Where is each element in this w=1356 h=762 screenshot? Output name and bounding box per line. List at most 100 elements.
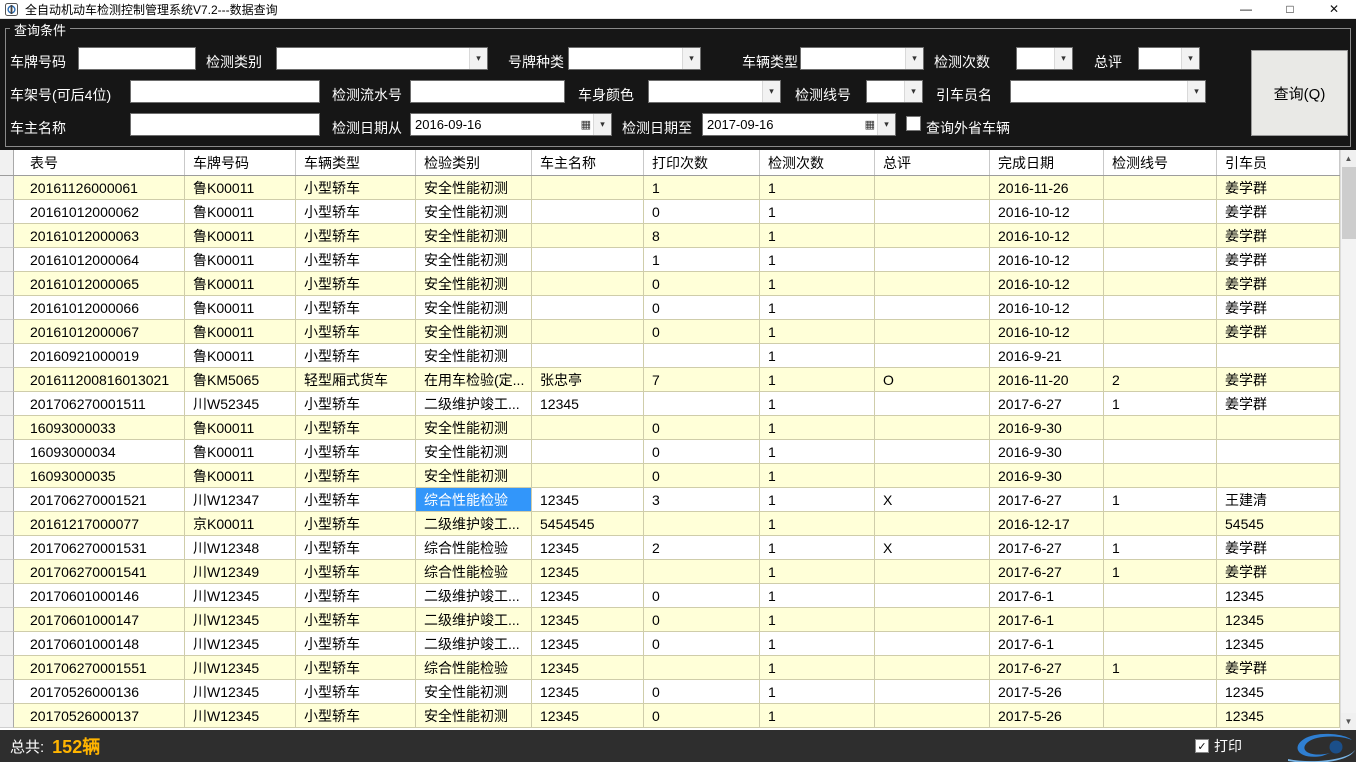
table-cell[interactable]: 12345 (532, 608, 644, 632)
table-cell[interactable] (644, 392, 760, 416)
vin-input[interactable] (130, 80, 320, 103)
table-cell[interactable]: 安全性能初测 (416, 320, 532, 344)
table-row[interactable]: 20161012000065鲁K00011小型轿车安全性能初测012016-10… (0, 272, 1356, 296)
table-cell[interactable]: 姜学群 (1217, 320, 1340, 344)
table-cell[interactable]: 鲁K00011 (185, 296, 296, 320)
table-cell[interactable] (1104, 296, 1217, 320)
table-cell[interactable]: 姜学群 (1217, 392, 1340, 416)
scroll-up-icon[interactable]: ▲ (1341, 150, 1356, 167)
table-cell[interactable]: 12345 (532, 632, 644, 656)
table-cell[interactable]: 0 (644, 680, 760, 704)
serial-input[interactable] (410, 80, 565, 103)
table-cell[interactable]: 1 (760, 560, 875, 584)
table-cell[interactable] (644, 560, 760, 584)
table-cell[interactable]: 姜学群 (1217, 200, 1340, 224)
table-cell[interactable] (875, 272, 990, 296)
table-cell[interactable]: 1 (1104, 536, 1217, 560)
table-cell[interactable] (1104, 464, 1217, 488)
table-cell[interactable]: X (875, 488, 990, 512)
scrollbar-thumb[interactable] (1342, 167, 1356, 239)
table-cell[interactable]: 12345 (1217, 608, 1340, 632)
table-cell[interactable]: 1 (760, 392, 875, 416)
table-row[interactable]: 20161012000063鲁K00011小型轿车安全性能初测812016-10… (0, 224, 1356, 248)
scroll-down-icon[interactable]: ▼ (1341, 713, 1356, 730)
table-cell[interactable]: 20161126000061 (14, 176, 185, 200)
table-cell[interactable]: 2017-5-26 (990, 680, 1104, 704)
table-cell[interactable]: X (875, 536, 990, 560)
table-row[interactable]: 20161012000066鲁K00011小型轿车安全性能初测012016-10… (0, 296, 1356, 320)
table-cell[interactable]: 2016-10-12 (990, 320, 1104, 344)
plate-kind-dropdown[interactable]: ▾ (568, 47, 701, 70)
overall-dropdown[interactable]: ▾ (1138, 47, 1200, 70)
table-cell[interactable] (1104, 176, 1217, 200)
table-cell[interactable] (1104, 200, 1217, 224)
table-cell[interactable]: 小型轿车 (296, 176, 416, 200)
table-row[interactable]: 16093000034鲁K00011小型轿车安全性能初测012016-9-30 (0, 440, 1356, 464)
table-cell[interactable]: 安全性能初测 (416, 680, 532, 704)
table-cell[interactable]: 1 (644, 248, 760, 272)
table-cell[interactable]: 1 (760, 224, 875, 248)
table-cell[interactable]: 小型轿车 (296, 512, 416, 536)
column-header-3[interactable]: 检验类别 (416, 150, 532, 175)
table-cell[interactable]: 1 (1104, 488, 1217, 512)
table-cell[interactable] (875, 224, 990, 248)
column-header-2[interactable]: 车辆类型 (296, 150, 416, 175)
table-cell[interactable]: 2017-6-27 (990, 392, 1104, 416)
table-cell[interactable]: 2017-5-26 (990, 704, 1104, 728)
table-cell[interactable]: 鲁K00011 (185, 176, 296, 200)
table-cell[interactable]: 20161217000077 (14, 512, 185, 536)
table-cell[interactable]: 二级维护竣工... (416, 608, 532, 632)
table-cell[interactable] (532, 224, 644, 248)
table-cell[interactable]: 安全性能初测 (416, 440, 532, 464)
table-cell[interactable]: 2016-9-30 (990, 416, 1104, 440)
table-cell[interactable]: 姜学群 (1217, 248, 1340, 272)
table-cell[interactable]: 1 (760, 176, 875, 200)
line-number-dropdown[interactable]: ▾ (866, 80, 923, 103)
chevron-down-icon[interactable]: ▾ (682, 48, 700, 69)
table-cell[interactable]: 1 (760, 296, 875, 320)
table-cell[interactable]: 二级维护竣工... (416, 392, 532, 416)
table-cell[interactable]: 0 (644, 464, 760, 488)
table-cell[interactable]: 20161012000063 (14, 224, 185, 248)
minimize-button[interactable]: — (1224, 0, 1268, 18)
column-header-0[interactable]: 表号 (14, 150, 185, 175)
table-cell[interactable] (875, 584, 990, 608)
table-cell[interactable] (1217, 440, 1340, 464)
table-row[interactable]: 201706270001551川W12345小型轿车综合性能检验12345120… (0, 656, 1356, 680)
table-cell[interactable]: 综合性能检验 (416, 560, 532, 584)
table-cell[interactable] (1104, 344, 1217, 368)
table-cell[interactable] (1104, 512, 1217, 536)
table-cell[interactable]: 安全性能初测 (416, 704, 532, 728)
table-row[interactable]: 16093000035鲁K00011小型轿车安全性能初测012016-9-30 (0, 464, 1356, 488)
table-cell[interactable]: 1 (760, 344, 875, 368)
table-cell[interactable]: 2016-9-30 (990, 464, 1104, 488)
table-cell[interactable]: 2016-9-30 (990, 440, 1104, 464)
table-cell[interactable] (532, 344, 644, 368)
table-cell[interactable]: 川W12345 (185, 656, 296, 680)
table-cell[interactable]: 0 (644, 320, 760, 344)
table-cell[interactable]: 2016-10-12 (990, 248, 1104, 272)
table-cell[interactable] (1104, 680, 1217, 704)
table-cell[interactable]: 小型轿车 (296, 680, 416, 704)
table-cell[interactable]: 20170601000146 (14, 584, 185, 608)
table-cell[interactable]: 姜学群 (1217, 536, 1340, 560)
table-cell[interactable]: 2016-11-20 (990, 368, 1104, 392)
table-cell[interactable]: 姜学群 (1217, 560, 1340, 584)
table-cell[interactable]: 201706270001531 (14, 536, 185, 560)
table-cell[interactable]: 12345 (532, 488, 644, 512)
table-cell[interactable]: 1 (760, 584, 875, 608)
chevron-down-icon[interactable]: ▾ (593, 114, 611, 135)
table-cell[interactable]: 综合性能检验 (416, 488, 532, 512)
table-cell[interactable]: 3 (644, 488, 760, 512)
table-cell[interactable]: 川W12345 (185, 584, 296, 608)
date-from-datepicker[interactable]: 2016-09-16▦▾ (410, 113, 612, 136)
table-cell[interactable]: 0 (644, 440, 760, 464)
table-cell[interactable]: 川W12345 (185, 680, 296, 704)
table-cell[interactable] (644, 656, 760, 680)
table-cell[interactable]: 鲁K00011 (185, 416, 296, 440)
table-row[interactable]: 16093000033鲁K00011小型轿车安全性能初测012016-9-30 (0, 416, 1356, 440)
table-cell[interactable]: 1 (760, 632, 875, 656)
table-cell[interactable]: 川W12347 (185, 488, 296, 512)
table-cell[interactable]: 小型轿车 (296, 440, 416, 464)
table-cell[interactable]: 鲁K00011 (185, 344, 296, 368)
